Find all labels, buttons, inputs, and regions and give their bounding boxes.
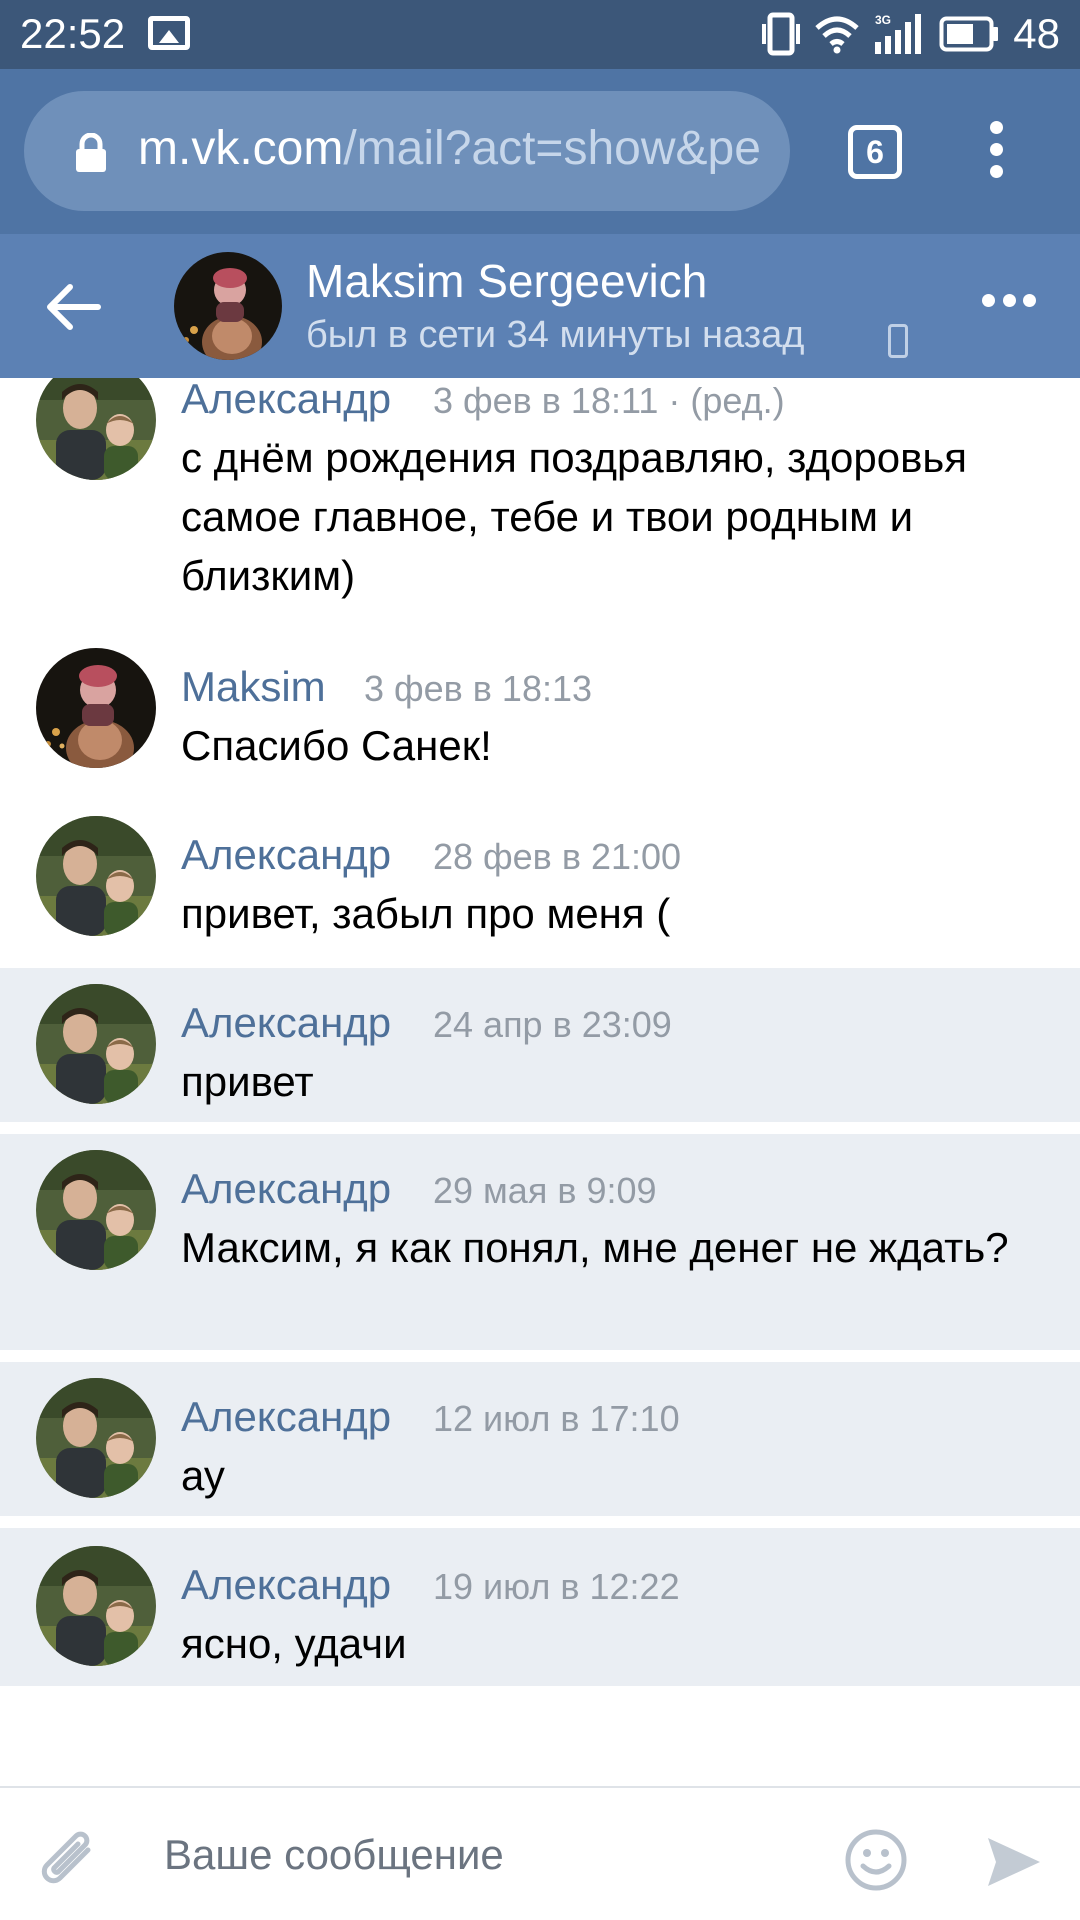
browser-toolbar: m.vk.com/mail?act=show&pe 6 (0, 69, 1080, 234)
chat-more-icon[interactable] (982, 294, 1036, 314)
message-date: 24 апр в 23:09 (433, 1004, 672, 1045)
message-list: Александр 3 фев в 18:11 · (ред.) с днём … (0, 378, 1080, 1786)
contact-avatar[interactable] (174, 252, 282, 360)
browser-menu-icon[interactable] (984, 121, 1008, 183)
message-item: Александр 28 фев в 21:00 привет, забыл п… (0, 798, 1080, 966)
message-text: привет (181, 1058, 314, 1105)
smile-icon[interactable] (844, 1828, 908, 1892)
message-item: Александр 12 июл в 17:10 ау (0, 1362, 1080, 1516)
tabs-count-button[interactable]: 6 (848, 125, 902, 179)
message-date: 3 фев в 18:11 · (ред.) (433, 380, 785, 421)
message-date: 28 фев в 21:00 (433, 836, 682, 877)
avatar[interactable] (36, 816, 156, 936)
message-text: Максим, я как понял, мне денег не ждать? (181, 1224, 1009, 1271)
status-icons: 3G 48 (761, 8, 1060, 60)
svg-text:3G: 3G (875, 13, 891, 27)
contact-online-status: был в сети 34 минуты назад (306, 314, 805, 356)
message-composer: Ваше сообщение (0, 1786, 1080, 1920)
vibrate-icon (762, 12, 801, 56)
message-date: 3 фев в 18:13 (364, 668, 593, 709)
message-author[interactable]: Александр (181, 1392, 391, 1442)
message-text: ясно, удачи (181, 1620, 407, 1667)
url-path: /mail?act=show&pe (343, 122, 761, 175)
back-arrow-icon[interactable] (44, 282, 102, 332)
chat-header: Maksim Sergeevich был в сети 34 минуты н… (0, 234, 1080, 378)
message-text: Спасибо Санек! (181, 722, 492, 769)
status-time: 22:52 (20, 10, 126, 57)
message-item: Maksim 3 фев в 18:13 Спасибо Санек! (0, 648, 1080, 798)
avatar[interactable] (36, 648, 156, 768)
message-text: привет, забыл про меня ( (181, 890, 671, 937)
send-icon[interactable] (984, 1832, 1044, 1892)
message-item: Александр 19 июл в 12:22 ясно, удачи (0, 1528, 1080, 1686)
signal-3g-icon: 3G (875, 13, 922, 54)
message-date: 19 июл в 12:22 (433, 1566, 680, 1607)
message-author[interactable]: Александр (181, 378, 391, 424)
battery-percent: 48 (1013, 10, 1060, 57)
message-date: 12 июл в 17:10 (433, 1398, 680, 1439)
contact-name[interactable]: Maksim Sergeevich (306, 254, 707, 308)
avatar[interactable] (36, 1150, 156, 1270)
message-date: 29 мая в 9:09 (433, 1170, 657, 1211)
message-text: с днём рождения поздравляю, здоровья сам… (181, 434, 968, 599)
message-text: ау (181, 1452, 225, 1499)
avatar[interactable] (36, 984, 156, 1104)
avatar[interactable] (36, 1546, 156, 1666)
address-bar[interactable]: m.vk.com/mail?act=show&pe (24, 91, 790, 211)
lock-icon (76, 133, 106, 172)
message-author[interactable]: Александр (181, 1164, 391, 1214)
status-bar: 22:52 3G 48 (0, 0, 1080, 69)
url-host: m.vk.com (138, 122, 344, 175)
message-item: Александр 24 апр в 23:09 привет (0, 968, 1080, 1122)
avatar[interactable] (36, 1378, 156, 1498)
message-author[interactable]: Александр (181, 830, 391, 880)
message-item: Александр 3 фев в 18:11 · (ред.) с днём … (0, 378, 1080, 599)
avatar[interactable] (36, 378, 156, 480)
url-text[interactable]: m.vk.com/mail?act=show&pe (138, 119, 788, 179)
message-author[interactable]: Александр (181, 998, 391, 1048)
mobile-phone-icon (888, 324, 908, 358)
paperclip-icon[interactable] (36, 1828, 100, 1896)
battery-icon (939, 16, 999, 52)
message-author[interactable]: Maksim (181, 662, 326, 712)
wifi-icon (815, 16, 859, 54)
message-author[interactable]: Александр (181, 1560, 391, 1610)
message-input[interactable]: Ваше сообщение (164, 1830, 504, 1880)
image-notification-icon (148, 16, 190, 50)
message-item: Александр 29 мая в 9:09 Максим, я как по… (0, 1134, 1080, 1350)
